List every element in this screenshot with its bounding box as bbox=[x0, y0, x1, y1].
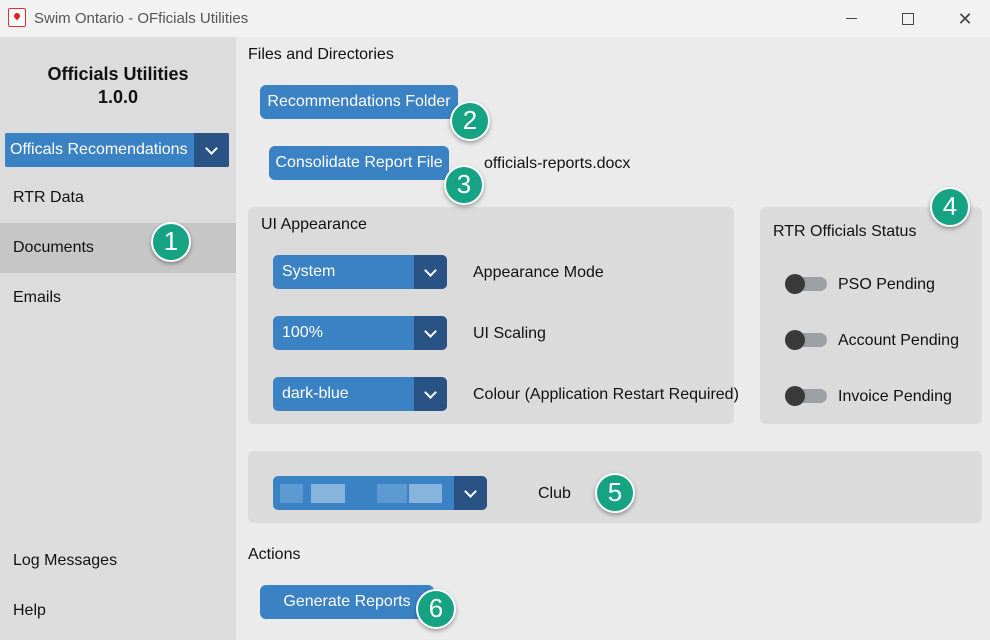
appearance-mode-dropdown[interactable]: System bbox=[273, 255, 447, 289]
callout-badge-1: 1 bbox=[151, 222, 191, 262]
club-dropdown-arrow[interactable] bbox=[454, 476, 487, 510]
app-window: Swim Ontario - OFficials Utilities ✕ Off… bbox=[0, 0, 990, 640]
maximize-icon bbox=[902, 12, 914, 25]
sidebar-item-log-messages[interactable]: Log Messages bbox=[0, 536, 236, 586]
sidebar-item-documents[interactable]: Documents bbox=[0, 223, 236, 273]
rtr-status-title: RTR Officials Status bbox=[773, 223, 917, 240]
close-icon: ✕ bbox=[957, 8, 973, 29]
consolidate-report-file-button[interactable]: Consolidate Report File bbox=[269, 146, 449, 180]
app-name: Officials Utilities bbox=[47, 64, 189, 84]
invoice-pending-label: Invoice Pending bbox=[838, 388, 952, 405]
mode-selector-dropdown-button[interactable] bbox=[194, 133, 229, 167]
appearance-mode-arrow[interactable] bbox=[414, 255, 447, 289]
maximize-button[interactable] bbox=[879, 0, 937, 37]
redacted-block bbox=[311, 484, 345, 503]
rtr-status-panel: RTR Officials Status PSO Pending Account… bbox=[760, 207, 982, 424]
colour-theme-label: Colour (Application Restart Required) bbox=[473, 386, 739, 403]
ui-scaling-label: UI Scaling bbox=[473, 325, 546, 342]
callout-badge-5: 5 bbox=[595, 473, 635, 513]
recommendations-folder-button[interactable]: Recommendations Folder bbox=[260, 85, 458, 119]
ui-scaling-value: 100% bbox=[282, 324, 323, 341]
chevron-down-icon bbox=[205, 142, 218, 155]
sidebar: Officials Utilities 1.0.0 Officals Recom… bbox=[0, 37, 236, 640]
sidebar-item-help[interactable]: Help bbox=[0, 586, 236, 636]
app-version: 1.0.0 bbox=[97, 87, 139, 107]
appearance-mode-value: System bbox=[282, 263, 336, 280]
account-pending-toggle[interactable] bbox=[785, 330, 827, 350]
callout-badge-4: 4 bbox=[930, 187, 970, 227]
appearance-mode-label: Appearance Mode bbox=[473, 264, 604, 281]
ui-appearance-title: UI Appearance bbox=[261, 216, 367, 233]
minimize-icon bbox=[845, 18, 857, 19]
mode-selector[interactable]: Officals Recomendations bbox=[5, 133, 229, 167]
toggle-knob bbox=[785, 386, 805, 406]
callout-badge-6: 6 bbox=[416, 589, 456, 629]
chevron-down-icon bbox=[424, 386, 437, 399]
redacted-block bbox=[377, 484, 407, 503]
redacted-block bbox=[409, 484, 442, 503]
account-pending-label: Account Pending bbox=[838, 332, 959, 349]
club-dropdown[interactable] bbox=[273, 476, 487, 510]
pso-pending-toggle[interactable] bbox=[785, 274, 827, 294]
colour-theme-dropdown[interactable]: dark-blue bbox=[273, 377, 447, 411]
callout-badge-3: 3 bbox=[444, 165, 484, 205]
pso-pending-label: PSO Pending bbox=[838, 276, 935, 293]
redacted-block bbox=[280, 484, 303, 503]
chevron-down-icon bbox=[424, 325, 437, 338]
ui-scaling-arrow[interactable] bbox=[414, 316, 447, 350]
sidebar-item-emails[interactable]: Emails bbox=[0, 273, 236, 323]
colour-theme-arrow[interactable] bbox=[414, 377, 447, 411]
window-title: Swim Ontario - OFficials Utilities bbox=[34, 10, 249, 27]
chevron-down-icon bbox=[464, 485, 477, 498]
app-name-heading: Officials Utilities 1.0.0 bbox=[0, 63, 236, 109]
toggle-knob bbox=[785, 274, 805, 294]
mode-selector-value: Officals Recomendations bbox=[10, 141, 188, 158]
ui-scaling-dropdown[interactable]: 100% bbox=[273, 316, 447, 350]
actions-section-title: Actions bbox=[248, 546, 301, 563]
app-logo-icon bbox=[8, 8, 26, 27]
minimize-button[interactable] bbox=[822, 0, 880, 37]
invoice-pending-toggle[interactable] bbox=[785, 386, 827, 406]
colour-theme-value: dark-blue bbox=[282, 385, 349, 402]
callout-badge-2: 2 bbox=[450, 101, 490, 141]
close-button[interactable]: ✕ bbox=[936, 0, 990, 37]
toggle-knob bbox=[785, 330, 805, 350]
generate-reports-button[interactable]: Generate Reports bbox=[260, 585, 434, 619]
chevron-down-icon bbox=[424, 264, 437, 277]
files-section-title: Files and Directories bbox=[248, 46, 394, 63]
sidebar-item-rtr-data[interactable]: RTR Data bbox=[0, 173, 236, 223]
title-bar: Swim Ontario - OFficials Utilities ✕ bbox=[0, 0, 990, 37]
ui-appearance-panel: UI Appearance System Appearance Mode 100… bbox=[248, 207, 739, 424]
club-label: Club bbox=[538, 485, 571, 502]
consolidate-filename: officials-reports.docx bbox=[484, 155, 631, 172]
